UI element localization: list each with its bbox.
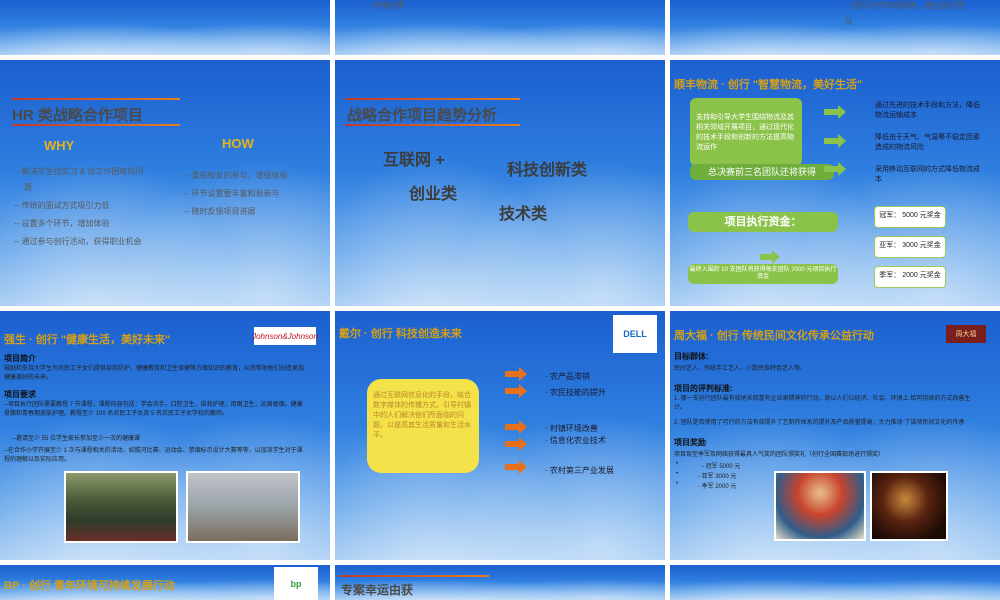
slide-dell[interactable]: 戴尔 · 创行 科技创造未来 DELL 通过互联网信息化的手段，结合数字媒体的传… bbox=[335, 311, 665, 560]
why-item: -- 通过参与创行活动，获得职业机会 bbox=[14, 237, 142, 246]
how-item: -- 重视校友的参与，增强体验 bbox=[184, 171, 288, 180]
slide-title: 周大福 · 创行 传统民间文化传承公益行动 bbox=[674, 330, 874, 342]
slide-hr[interactable]: HR 类战略合作项目 WHY HOW -- 解决学生找实习 & 找工作困难的问 … bbox=[0, 60, 330, 306]
bullet-icon: • bbox=[676, 471, 679, 477]
criteria-item: 1. 哪一支创行团队最有效地采取富有企业家精神的行动，助以人们以经济、社会、环境… bbox=[674, 396, 971, 411]
paragraph: --项目执行团队需要教授 7 节课程，课程内容包括：学会洗手，口腔卫生，自我护理… bbox=[4, 402, 303, 417]
prize-item: - 冠军 5000 元 bbox=[702, 464, 741, 470]
slide-trend[interactable]: 战略合作项目趋势分析 互联网 + 科技创新类 创业类 技术类 bbox=[335, 60, 665, 306]
title-underline bbox=[12, 124, 180, 126]
orange-arrow-icon bbox=[519, 460, 527, 474]
slide-top-right[interactable]: -- 团队可作为组织者，建立执行团 队 bbox=[670, 0, 1000, 55]
slide-title: 强生 · 创行 "健康生活，美好未来" bbox=[4, 334, 171, 346]
trend-word: 科技创新类 bbox=[507, 162, 588, 179]
benefit-item: 采用移动互联网的方式降低物流成本 bbox=[875, 166, 980, 183]
slide-logistics[interactable]: 顺丰物流 · 创行 "智慧物流，美好生活" 支持和引导大学生围绕物流及其相关领域… bbox=[670, 60, 1000, 306]
prize-box: 冠军： 5000 元奖金 bbox=[874, 206, 946, 228]
topic-item: · 农产品滞销 bbox=[545, 372, 590, 381]
section-heading: 目标群体: bbox=[674, 352, 709, 361]
green-panel: 支持和引导大学生围绕物流及其相关领域开展项目，通过现代化的技术手段和创新的方法提… bbox=[690, 98, 802, 166]
bullet-icon: • bbox=[676, 461, 679, 467]
topic-item: · 农村第三产业发展 bbox=[545, 466, 614, 475]
slide-pro[interactable]: 专案幸运由获 bbox=[335, 565, 665, 600]
craft-photo bbox=[870, 471, 948, 541]
why-heading: WHY bbox=[44, 138, 75, 153]
outdoor-photo bbox=[186, 471, 300, 543]
fund-text: 最终入围的 10 支团队将获得每支团队 2000 元项目执行资金 bbox=[688, 264, 838, 284]
banner: 总决赛前三名团队还将获得 bbox=[690, 164, 834, 180]
paragraph: 项目现至季军及网络获得最具人气奖的团队颁奖礼（创行全国赛现场进行颁奖） bbox=[674, 452, 885, 458]
criteria-item: 2. 团队是否使用了可行的方法有效提升了艺制作体系的提升及产品质量提高，大力推动… bbox=[674, 420, 965, 426]
slide-title: BP · 创行 青年环境可持续发展行动 bbox=[4, 580, 175, 592]
slide-jj[interactable]: 强生 · 创行 "健康生活，美好未来" Johnson&Johnson 项目简介… bbox=[0, 311, 330, 560]
section-heading: 项目要求 bbox=[4, 390, 36, 399]
prize-box: 亚军： 3000 元奖金 bbox=[874, 236, 946, 258]
arrow-icon bbox=[838, 134, 846, 148]
why-item: 题 bbox=[24, 183, 32, 192]
trend-word: 互联网 + bbox=[383, 152, 445, 169]
slide-title: 专案幸运由获 bbox=[341, 583, 414, 597]
section-heading: 项目的评判标准: bbox=[674, 384, 733, 393]
slide-title: 戴尔 · 创行 科技创造未来 bbox=[339, 328, 462, 340]
topic-item: · 村镇环境改善 bbox=[545, 424, 598, 433]
fund-title: 项目执行资金： bbox=[688, 212, 838, 232]
paragraph: 鼓励和支持大学生为农民工子女们提供自我防护，健康教育和卫生保健等方面知识的教育，… bbox=[4, 366, 305, 381]
folk-art-photo bbox=[774, 471, 866, 541]
why-item: -- 设置多个环节，增加体验 bbox=[14, 219, 110, 228]
classroom-photo bbox=[64, 471, 178, 543]
arrow-icon bbox=[772, 250, 780, 264]
text-line: -- 团队可作为组织者，建立执行团 bbox=[845, 1, 965, 10]
prize-item: - 季军 2000 元 bbox=[698, 484, 737, 490]
why-item: -- 解决学生找实习 & 找工作困难的问 bbox=[14, 167, 144, 176]
slide-culture[interactable]: 周大福 · 创行 传统民间文化传承公益行动 周大福 目标群体: 民间艺人、传统手… bbox=[670, 311, 1000, 560]
orange-arrow-icon bbox=[519, 437, 527, 451]
how-heading: HOW bbox=[222, 136, 254, 151]
orange-arrow-icon bbox=[519, 420, 527, 434]
how-item: -- 环节设置要丰富和易参与 bbox=[184, 189, 280, 198]
arrow-icon bbox=[838, 162, 846, 176]
paragraph: 民间艺人、传统手工艺人、少数民族特色艺人等。 bbox=[674, 366, 807, 372]
slide-bp[interactable]: BP · 创行 青年环境可持续发展行动 bp bbox=[0, 565, 330, 600]
title-underline bbox=[339, 575, 489, 577]
prize-box: 季军： 2000 元奖金 bbox=[874, 266, 946, 288]
topic-item: · 农民技能的提升 bbox=[545, 388, 606, 397]
why-item: -- 传统的面试方式吸引力低 bbox=[14, 201, 110, 210]
orange-arrow-icon bbox=[519, 384, 527, 398]
slide-top-left[interactable] bbox=[0, 0, 330, 55]
text-line: -- 专案比赛 bbox=[365, 1, 405, 10]
slide-bottom-right[interactable] bbox=[670, 565, 1000, 600]
trend-word: 创业类 bbox=[409, 186, 458, 203]
trend-word: 技术类 bbox=[499, 206, 548, 223]
title-underline bbox=[12, 98, 180, 100]
text-line: 队 bbox=[845, 17, 853, 26]
prize-item: - 亚军 3000 元 bbox=[698, 474, 737, 480]
how-item: -- 随时反馈项目进展 bbox=[184, 207, 256, 216]
chowtaifook-logo: 周大福 bbox=[946, 325, 986, 343]
slide-title: 战略合作项目趋势分析 bbox=[347, 107, 498, 124]
slide-top-mid[interactable]: -- 专案比赛 bbox=[335, 0, 665, 55]
jj-logo: Johnson&Johnson bbox=[252, 327, 318, 345]
title-underline bbox=[345, 124, 520, 126]
dell-logo: DELL bbox=[613, 315, 657, 353]
benefit-item: 降低由于天气、气温等不稳定因素造成的物流风险 bbox=[875, 134, 980, 151]
bullet-icon: • bbox=[676, 481, 679, 487]
section-heading: 项目简介 bbox=[4, 354, 36, 363]
slide-title: 顺丰物流 · 创行 "智慧物流，美好生活" bbox=[674, 79, 863, 91]
topic-item: · 信息化农业技术 bbox=[545, 436, 606, 445]
bp-logo: bp bbox=[274, 567, 318, 600]
arrow-icon bbox=[838, 105, 846, 119]
title-underline bbox=[345, 98, 520, 100]
yellow-callout: 通过互联网信息化的手段，结合数字媒体的传播方式，引导村镇中的人们解决他们所面临的… bbox=[367, 379, 479, 473]
benefit-item: 通过先进的技术手段和方法，降低物流运输成本 bbox=[875, 102, 980, 119]
paragraph: --在合作小学开展至少 1 次与课程相关的活动，如拔河比赛、运动会、禁烟标示设计… bbox=[4, 448, 303, 463]
section-heading: 项目奖励 bbox=[674, 438, 706, 447]
slide-title: HR 类战略合作项目 bbox=[12, 107, 143, 124]
paragraph: --邀请至少 55 位学生家长参加至少一次的健康课 bbox=[12, 436, 141, 442]
orange-arrow-icon bbox=[519, 367, 527, 381]
